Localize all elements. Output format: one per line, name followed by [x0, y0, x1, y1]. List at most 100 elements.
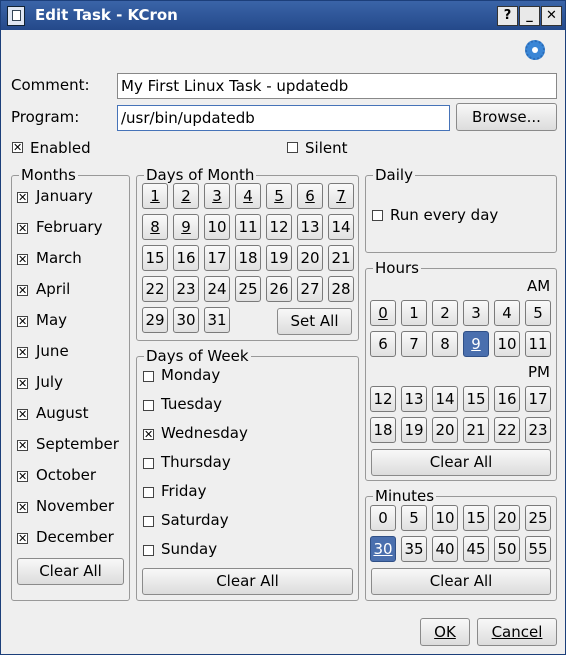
weekday-checkbox-wednesday[interactable] [143, 427, 154, 442]
hour-15[interactable]: 15 [463, 386, 489, 412]
day-of-month-10[interactable]: 10 [204, 214, 230, 240]
days-of-week-clear-all-button[interactable]: Clear All [142, 568, 353, 595]
month-checkbox-january[interactable] [17, 190, 28, 205]
day-of-month-16[interactable]: 16 [173, 245, 199, 271]
hour-6[interactable]: 6 [370, 331, 396, 357]
month-checkbox-december[interactable] [17, 531, 28, 546]
day-of-month-22[interactable]: 22 [142, 276, 168, 302]
hour-1[interactable]: 1 [401, 300, 427, 326]
months-clear-all-button[interactable]: Clear All [17, 558, 124, 585]
day-of-month-19[interactable]: 19 [266, 245, 292, 271]
ok-button[interactable]: OK [420, 618, 470, 646]
day-of-month-24[interactable]: 24 [204, 276, 230, 302]
minute-0[interactable]: 0 [370, 505, 396, 531]
day-of-month-3[interactable]: 3 [204, 183, 230, 209]
month-checkbox-april[interactable] [17, 283, 28, 298]
close-button[interactable]: ✕ [541, 6, 562, 26]
cancel-button[interactable]: Cancel [477, 618, 557, 646]
day-of-month-6[interactable]: 6 [297, 183, 323, 209]
day-of-month-31[interactable]: 31 [204, 307, 230, 333]
title-bar[interactable]: Edit Task - KCron ? _ ✕ [1, 1, 565, 30]
hour-3[interactable]: 3 [463, 300, 489, 326]
hour-4[interactable]: 4 [494, 300, 520, 326]
day-of-month-13[interactable]: 13 [297, 214, 323, 240]
day-of-month-12[interactable]: 12 [266, 214, 292, 240]
minute-5[interactable]: 5 [401, 505, 427, 531]
weekday-checkbox-tuesday[interactable] [143, 400, 154, 411]
hour-17[interactable]: 17 [525, 386, 551, 412]
day-of-month-11[interactable]: 11 [235, 214, 261, 240]
minute-45[interactable]: 45 [463, 536, 489, 562]
hour-2[interactable]: 2 [432, 300, 458, 326]
minute-55[interactable]: 55 [525, 536, 551, 562]
hour-5[interactable]: 5 [525, 300, 551, 326]
hour-14[interactable]: 14 [432, 386, 458, 412]
hour-8[interactable]: 8 [432, 331, 458, 357]
silent-checkbox[interactable] [287, 142, 298, 153]
hours-clear-all-button[interactable]: Clear All [371, 449, 551, 476]
day-of-month-21[interactable]: 21 [328, 245, 354, 271]
day-of-month-7[interactable]: 7 [328, 183, 354, 209]
enabled-checkbox[interactable] [12, 140, 23, 155]
minute-30[interactable]: 30 [370, 536, 396, 562]
hour-23[interactable]: 23 [525, 417, 551, 443]
minute-10[interactable]: 10 [432, 505, 458, 531]
day-of-month-1[interactable]: 1 [142, 183, 168, 209]
day-of-month-8[interactable]: 8 [142, 214, 168, 240]
weekday-checkbox-monday[interactable] [143, 371, 154, 382]
day-of-month-27[interactable]: 27 [297, 276, 323, 302]
help-button[interactable]: ? [497, 6, 518, 26]
weekday-checkbox-friday[interactable] [143, 487, 154, 498]
hour-18[interactable]: 18 [370, 417, 396, 443]
month-checkbox-july[interactable] [17, 376, 28, 391]
day-of-month-5[interactable]: 5 [266, 183, 292, 209]
kcron-app-icon[interactable] [7, 6, 25, 26]
hour-0[interactable]: 0 [370, 300, 396, 326]
hour-20[interactable]: 20 [432, 417, 458, 443]
set-all-button[interactable]: Set All [277, 308, 352, 335]
month-checkbox-august[interactable] [17, 407, 28, 422]
day-of-month-30[interactable]: 30 [173, 307, 199, 333]
day-of-month-14[interactable]: 14 [328, 214, 354, 240]
run-every-day-checkbox[interactable] [372, 210, 383, 221]
month-checkbox-november[interactable] [17, 500, 28, 515]
minimize-button[interactable]: _ [519, 6, 540, 26]
day-of-month-9[interactable]: 9 [173, 214, 199, 240]
hour-19[interactable]: 19 [401, 417, 427, 443]
day-of-month-28[interactable]: 28 [328, 276, 354, 302]
comment-field[interactable]: My First Linux Task - updatedb [117, 73, 557, 99]
weekday-checkbox-thursday[interactable] [143, 458, 154, 469]
day-of-month-25[interactable]: 25 [235, 276, 261, 302]
month-checkbox-march[interactable] [17, 252, 28, 267]
hour-13[interactable]: 13 [401, 386, 427, 412]
month-checkbox-may[interactable] [17, 314, 28, 329]
hour-10[interactable]: 10 [494, 331, 520, 357]
hour-11[interactable]: 11 [525, 331, 551, 357]
minutes-clear-all-button[interactable]: Clear All [371, 568, 551, 595]
month-checkbox-june[interactable] [17, 345, 28, 360]
month-checkbox-february[interactable] [17, 221, 28, 236]
program-field[interactable]: /usr/bin/updatedb [117, 105, 450, 131]
day-of-month-23[interactable]: 23 [173, 276, 199, 302]
day-of-month-18[interactable]: 18 [235, 245, 261, 271]
month-checkbox-october[interactable] [17, 469, 28, 484]
day-of-month-4[interactable]: 4 [235, 183, 261, 209]
minute-20[interactable]: 20 [494, 505, 520, 531]
hour-21[interactable]: 21 [463, 417, 489, 443]
day-of-month-17[interactable]: 17 [204, 245, 230, 271]
hour-22[interactable]: 22 [494, 417, 520, 443]
day-of-month-2[interactable]: 2 [173, 183, 199, 209]
day-of-month-15[interactable]: 15 [142, 245, 168, 271]
weekday-checkbox-saturday[interactable] [143, 516, 154, 527]
minute-15[interactable]: 15 [463, 505, 489, 531]
minute-35[interactable]: 35 [401, 536, 427, 562]
browse-button[interactable]: Browse... [456, 103, 557, 131]
month-checkbox-september[interactable] [17, 438, 28, 453]
minute-50[interactable]: 50 [494, 536, 520, 562]
hour-16[interactable]: 16 [494, 386, 520, 412]
hour-7[interactable]: 7 [401, 331, 427, 357]
hour-9[interactable]: 9 [463, 331, 489, 357]
minute-25[interactable]: 25 [525, 505, 551, 531]
hour-12[interactable]: 12 [370, 386, 396, 412]
day-of-month-26[interactable]: 26 [266, 276, 292, 302]
